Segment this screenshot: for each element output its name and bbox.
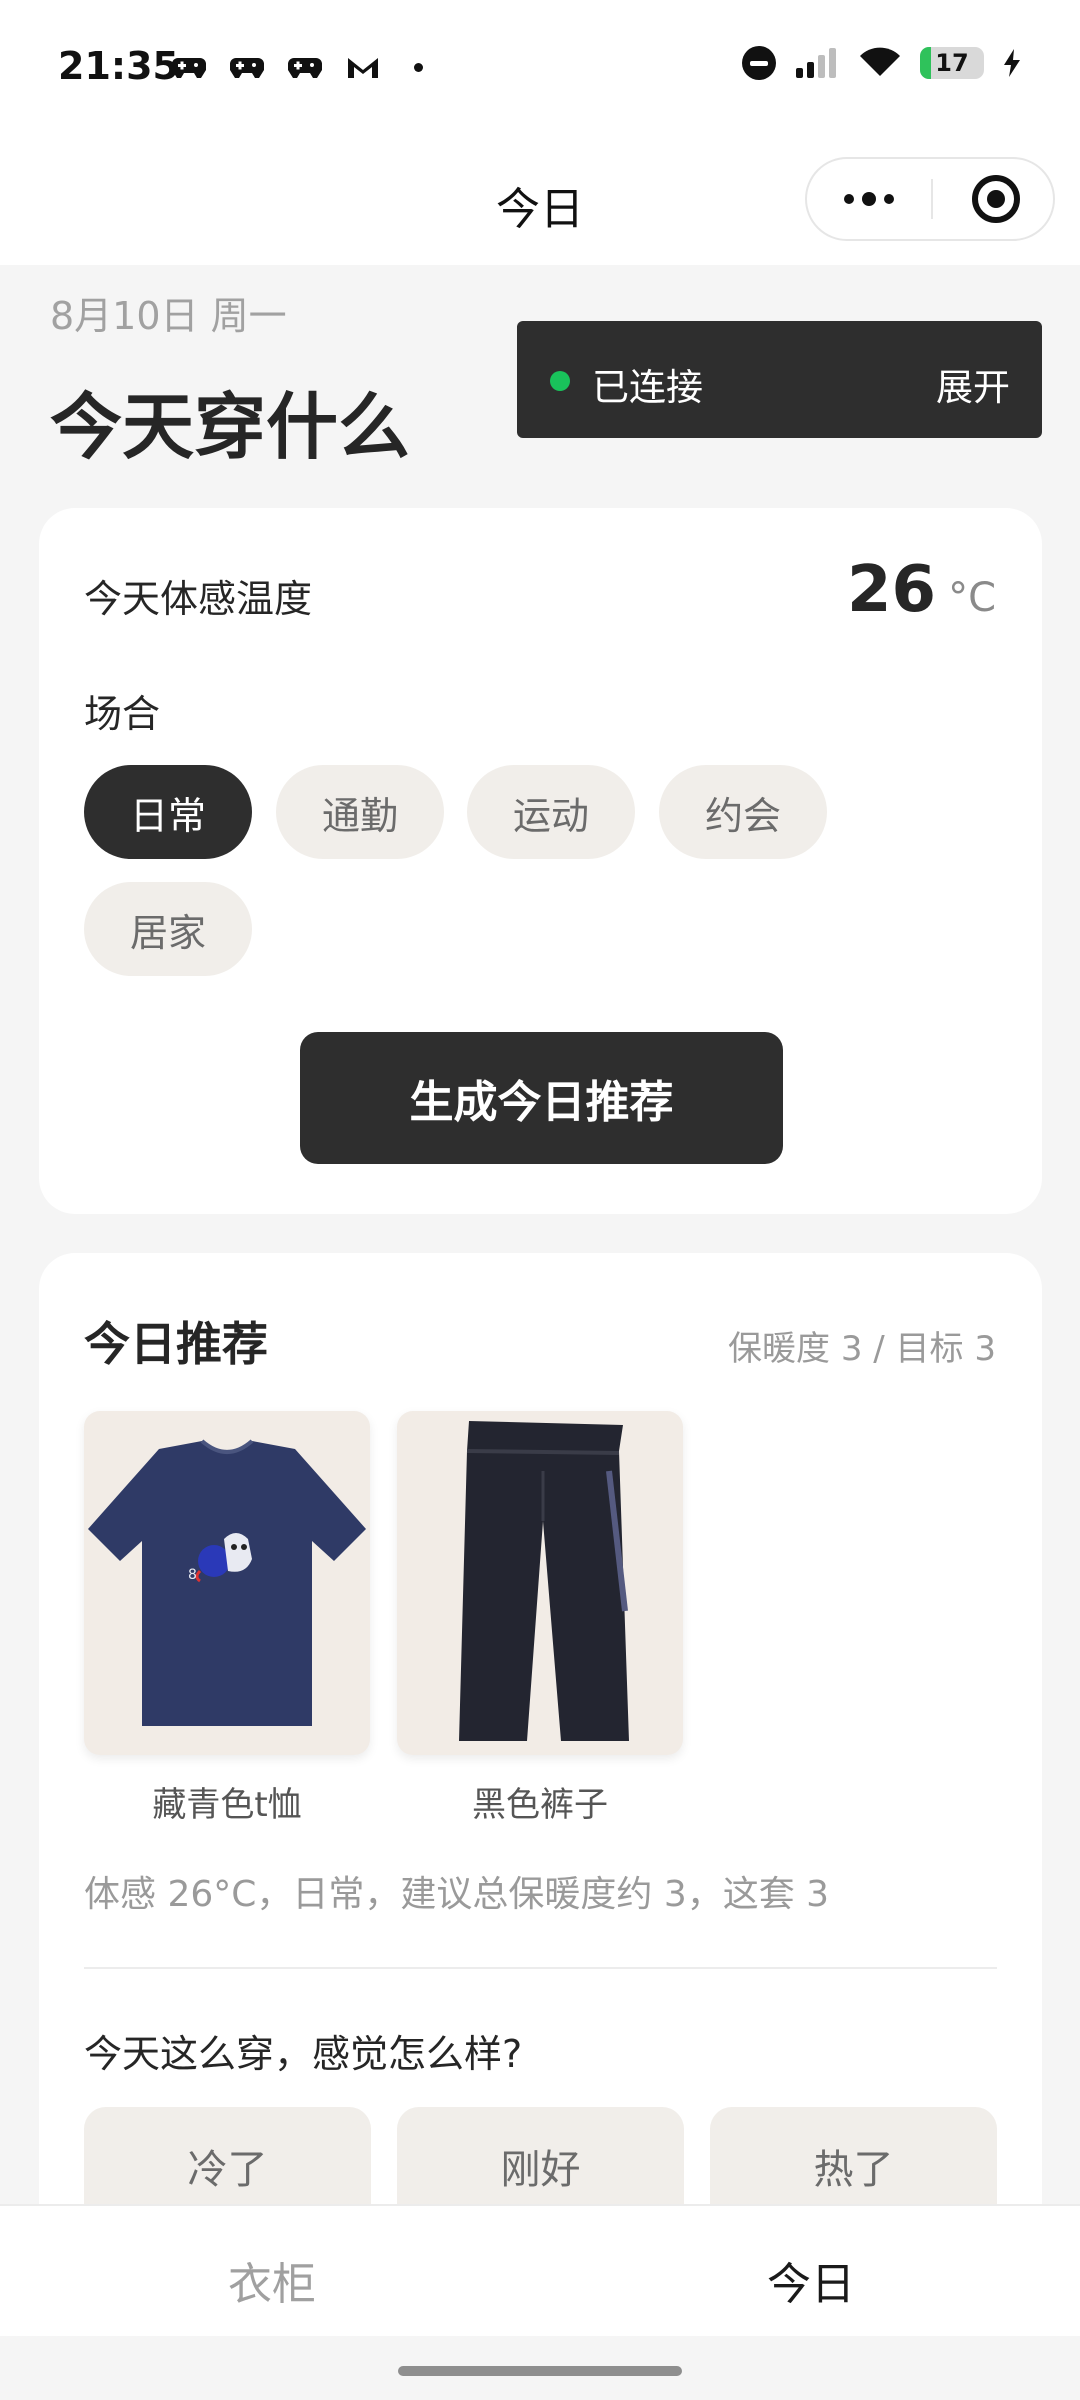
temp-label: 今天体感温度	[84, 577, 313, 621]
more-icon[interactable]	[807, 159, 931, 239]
feedback-question: 今天这么穿，感觉怎么样?	[84, 2032, 523, 2076]
occasion-chip-commute[interactable]: 通勤	[276, 765, 444, 859]
recommendation-title: 今日推荐	[84, 1317, 268, 1371]
occasion-chip-date[interactable]: 约会	[659, 765, 827, 859]
tab-bar: 衣柜 今日	[0, 2204, 1080, 2336]
game-controller-icon	[172, 58, 206, 78]
notification-icons	[170, 50, 423, 84]
home-indicator[interactable]	[398, 2366, 682, 2376]
gmail-icon	[348, 58, 378, 78]
occasion-chip-home[interactable]: 居家	[84, 882, 252, 976]
weather-card: 今天体感温度 26 °C 场合 日常 通勤 运动 约会 居家 生成今日推荐	[39, 508, 1042, 1214]
occasion-chip-sport[interactable]: 运动	[467, 765, 635, 859]
page-heading: 今天穿什么	[50, 385, 411, 469]
recommendation-card: 今日推荐 保暖度 3 / 目标 3 8 藏青色t恤 黑色裤子 体感 26°C，日…	[39, 1253, 1042, 2253]
svg-text:8: 8	[188, 1567, 197, 1583]
tab-wardrobe[interactable]: 衣柜	[228, 2248, 316, 2312]
status-time: 21:35	[58, 44, 179, 88]
temp-number: 26	[847, 553, 937, 627]
temp-value: 26 °C	[847, 553, 996, 627]
status-bar: 21:35 17	[0, 0, 1080, 135]
recommendation-reason: 体感 26°C，日常，建议总保暖度约 3，这套 3	[84, 1874, 830, 1915]
navigation-bar: 今日	[0, 135, 1080, 265]
more-notifications-dot	[414, 62, 423, 72]
black-pants-image	[397, 1411, 683, 1755]
generate-recommendation-button[interactable]: 生成今日推荐	[300, 1032, 783, 1164]
clothing-item[interactable]: 黑色裤子	[397, 1411, 683, 1826]
divider	[84, 1967, 997, 1969]
connection-banner: 已连接 展开	[517, 321, 1042, 438]
clothing-item[interactable]: 8 藏青色t恤	[84, 1411, 370, 1826]
occasion-chip-daily[interactable]: 日常	[84, 765, 252, 859]
game-controller-icon	[288, 58, 322, 78]
battery-icon: 17	[920, 47, 984, 79]
battery-level: 17	[935, 49, 969, 77]
signal-icon	[796, 48, 836, 78]
item-name: 黑色裤子	[472, 1785, 608, 1825]
charging-bolt-icon	[1004, 49, 1020, 77]
tab-today[interactable]: 今日	[767, 2248, 855, 2312]
date-label: 8月10日 周一	[50, 294, 287, 338]
temp-unit: °C	[948, 575, 996, 621]
expand-button[interactable]: 展开	[936, 357, 1010, 411]
system-icons: 17	[742, 46, 1022, 80]
warmth-meta: 保暖度 3 / 目标 3	[728, 1329, 996, 1369]
wifi-icon	[860, 47, 900, 76]
do-not-disturb-icon	[742, 46, 776, 80]
battery-fill	[920, 47, 931, 79]
capsule-divider	[931, 179, 933, 219]
close-target-icon[interactable]	[972, 175, 1020, 223]
item-name: 藏青色t恤	[152, 1785, 302, 1825]
mini-program-capsule	[805, 157, 1055, 241]
home-indicator-area	[0, 2336, 1080, 2400]
status-dot-icon	[550, 371, 570, 391]
connection-status: 已连接	[592, 366, 703, 409]
occasion-label: 场合	[84, 692, 161, 736]
navy-tshirt-image: 8	[84, 1411, 370, 1755]
game-controller-icon	[230, 58, 264, 78]
